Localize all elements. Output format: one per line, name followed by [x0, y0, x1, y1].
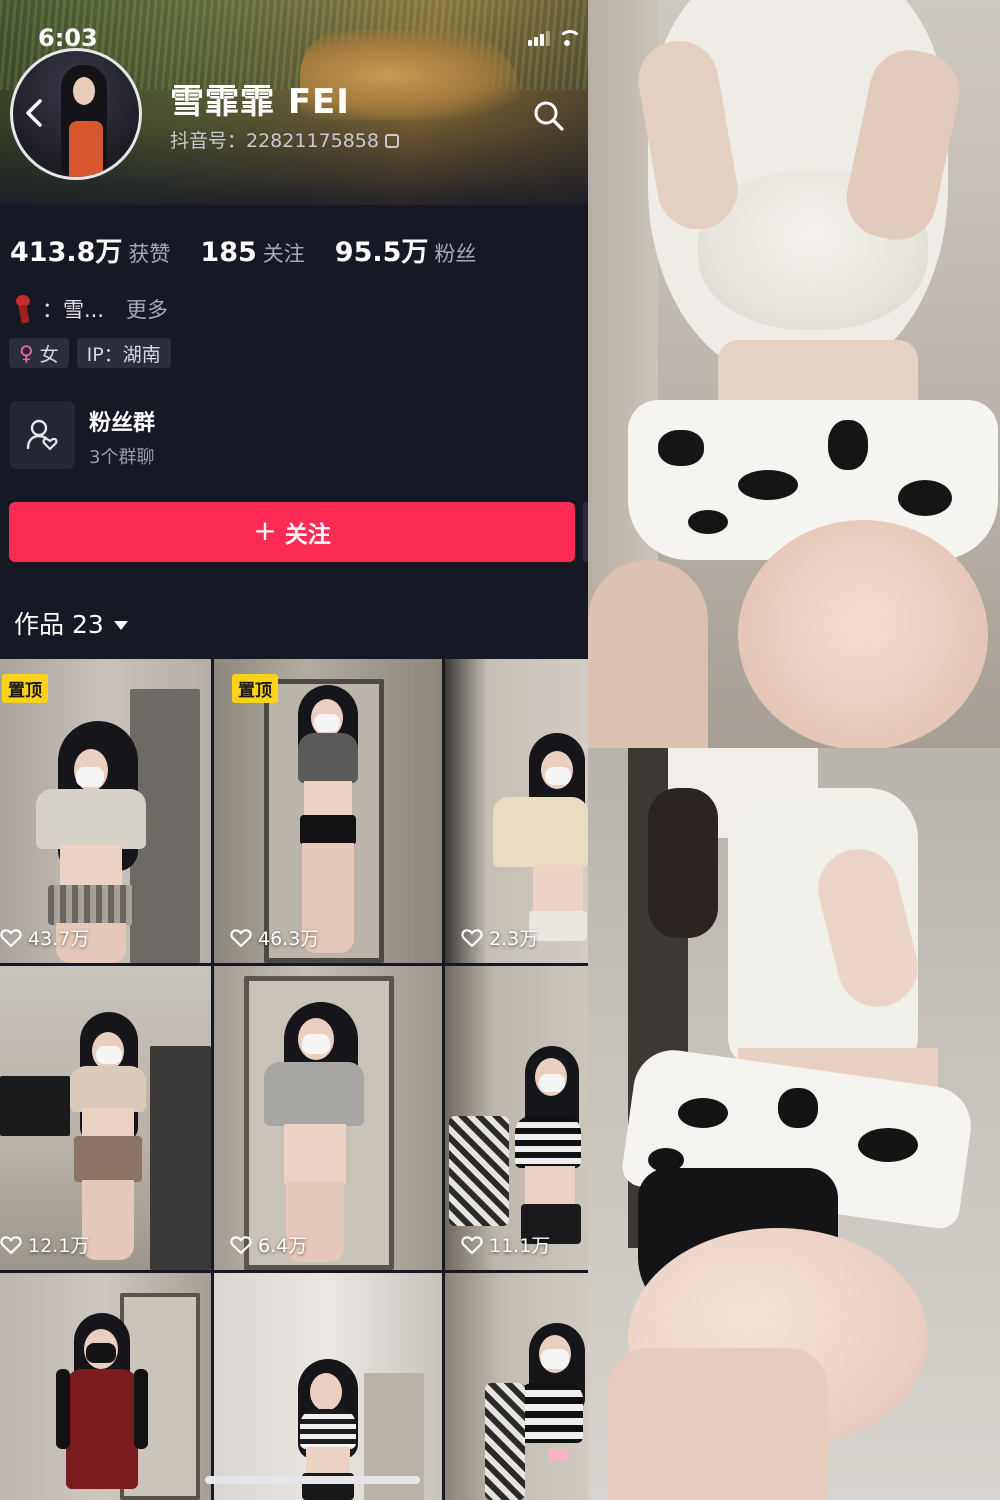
heart-icon [461, 928, 483, 947]
heart-icon [0, 928, 22, 947]
stat-following[interactable]: 185 关注 [200, 237, 304, 268]
stat-following-value: 185 [200, 237, 257, 268]
signal-icon [528, 31, 550, 46]
video-tile[interactable] [0, 1273, 211, 1500]
video-likes-count: 12.1万 [28, 1235, 90, 1257]
pinned-badge: 置顶 [232, 674, 278, 703]
video-tile[interactable] [214, 1273, 442, 1500]
video-likes-count: 43.7万 [28, 928, 90, 950]
scarf-icon [12, 295, 34, 323]
stat-likes-value: 413.8万 [10, 237, 123, 268]
home-indicator[interactable] [205, 1476, 420, 1484]
ip-tag-text: IP：湖南 [86, 343, 161, 366]
heart-icon [230, 928, 252, 947]
stat-followers[interactable]: 95.5万 粉丝 [335, 230, 477, 269]
heart-icon [461, 1235, 483, 1254]
wifi-icon [556, 30, 582, 46]
plus-icon: + [253, 514, 277, 547]
bio-text: ：雪... [42, 298, 105, 322]
gender-tag: ♀ 女 [9, 338, 69, 368]
video-likes-count: 6.4万 [258, 1235, 308, 1257]
photo-bottom [588, 748, 1000, 1500]
video-grid: 置顶 43.7万 置顶 46.3万 2.3万 12.1万 6.4万 11.1万 [0, 659, 588, 1500]
copy-icon[interactable] [384, 134, 399, 148]
works-tab[interactable]: 作品 23 [14, 605, 128, 641]
works-label: 作品 23 [14, 610, 104, 639]
douyin-id: 抖音号：22821175858 [170, 130, 379, 152]
stat-followers-label: 粉丝 [434, 242, 477, 266]
stat-followers-value: 95.5万 [334, 237, 429, 268]
fan-group-icon [9, 401, 75, 469]
video-likes-count: 46.3万 [258, 928, 320, 950]
stat-likes-label: 获赞 [128, 242, 171, 266]
follow-button-label: 关注 [284, 522, 331, 548]
video-tile[interactable]: 置顶 43.7万 [0, 659, 211, 963]
video-tile[interactable]: 12.1万 [0, 966, 211, 1270]
video-tile[interactable]: 6.4万 [214, 966, 442, 1270]
fan-group-entry[interactable]: 粉丝群 3个群聊 [9, 401, 579, 469]
pinned-badge: 置顶 [2, 674, 48, 703]
ip-tag: IP：湖南 [76, 338, 171, 368]
profile-tags: ♀ 女 IP：湖南 [9, 338, 171, 368]
video-likes: 46.3万 [230, 924, 319, 951]
back-icon[interactable] [22, 98, 48, 128]
stat-likes[interactable]: 413.8万 获赞 [10, 230, 170, 269]
video-likes: 2.3万 [461, 924, 538, 951]
follow-button[interactable]: + 关注 [9, 502, 575, 562]
fan-group-subtitle: 3个群聊 [89, 447, 155, 468]
profile-screen: 6:03 雪霏霏 FEI 抖音号：22821175858 413.8万 获赞 18… [0, 0, 588, 1500]
video-tile[interactable]: 2.3万 [445, 659, 588, 963]
video-tile[interactable] [445, 1273, 588, 1500]
video-likes-count: 2.3万 [489, 928, 539, 950]
video-likes: 12.1万 [0, 1231, 89, 1258]
douyin-id-row[interactable]: 抖音号：22821175858 [170, 126, 399, 153]
video-likes: 11.1万 [461, 1231, 550, 1258]
video-likes: 6.4万 [230, 1231, 307, 1258]
video-likes-count: 11.1万 [489, 1235, 551, 1257]
heart-icon [230, 1235, 252, 1254]
video-likes: 43.7万 [0, 924, 89, 951]
status-icons [528, 30, 582, 46]
heart-icon [0, 1235, 22, 1254]
bio[interactable]: ：雪... 更多 [12, 294, 168, 324]
stat-following-label: 关注 [262, 242, 305, 266]
profile-nickname: 雪霏霏 FEI [170, 82, 350, 122]
video-tile[interactable]: 置顶 46.3万 [214, 659, 442, 963]
caret-down-icon [113, 620, 128, 630]
bio-more-link[interactable]: 更多 [126, 294, 168, 324]
fan-group-title: 粉丝群 [89, 411, 156, 436]
female-icon: ♀ [19, 341, 34, 365]
photo-top [588, 0, 1000, 748]
profile-stats: 413.8万 获赞 185 关注 95.5万 粉丝 [10, 230, 476, 269]
video-tile[interactable]: 11.1万 [445, 966, 588, 1270]
search-icon[interactable] [533, 100, 565, 132]
gender-tag-text: 女 [39, 343, 59, 366]
